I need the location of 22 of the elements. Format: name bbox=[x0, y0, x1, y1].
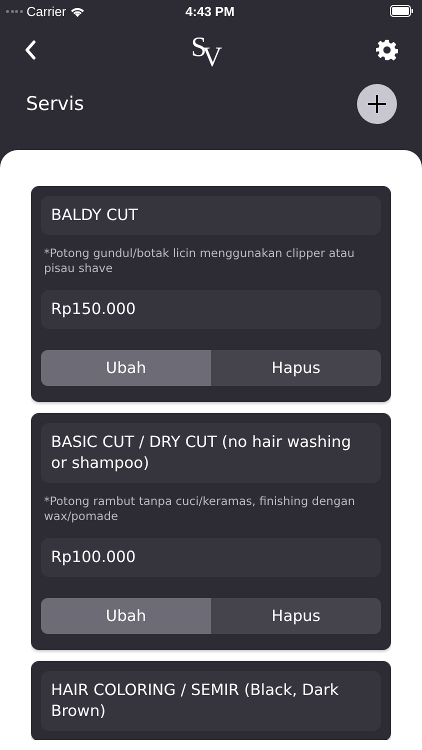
service-description: *Potong gundul/botak licin menggunakan clipper atau pisau shave bbox=[43, 246, 356, 276]
battery-icon bbox=[390, 5, 414, 17]
chevron-left-icon bbox=[24, 40, 36, 60]
logo: SV bbox=[190, 31, 223, 70]
name-field[interactable]: BASIC CUT / DRY CUT (no hair washing or shampoo) bbox=[41, 423, 381, 483]
status-time: 4:43 PM bbox=[185, 4, 235, 18]
name-field[interactable]: HAIR COLORING / SEMIR (Black, Dark Brown) bbox=[41, 671, 381, 731]
edit-button[interactable]: Ubah bbox=[41, 598, 211, 634]
delete-button[interactable]: Hapus bbox=[211, 350, 381, 386]
price-field[interactable]: Rp100.000 bbox=[41, 538, 381, 577]
page-title: Servis bbox=[26, 93, 84, 115]
name-field[interactable]: BALDY CUT bbox=[41, 196, 381, 235]
signal-icon bbox=[6, 10, 22, 12]
price-field[interactable]: Rp150.000 bbox=[41, 290, 381, 329]
plus-icon bbox=[367, 94, 387, 114]
carrier-name: Carrier bbox=[26, 4, 66, 18]
add-button[interactable] bbox=[357, 84, 397, 124]
delete-button[interactable]: Hapus bbox=[211, 598, 381, 634]
edit-button[interactable]: Ubah bbox=[41, 350, 211, 386]
settings-icon bbox=[376, 39, 398, 61]
service-description: *Potong rambut tanpa cuci/keramas, finishing dengan wax/pomade bbox=[43, 494, 356, 524]
wifi-icon bbox=[70, 6, 86, 16]
